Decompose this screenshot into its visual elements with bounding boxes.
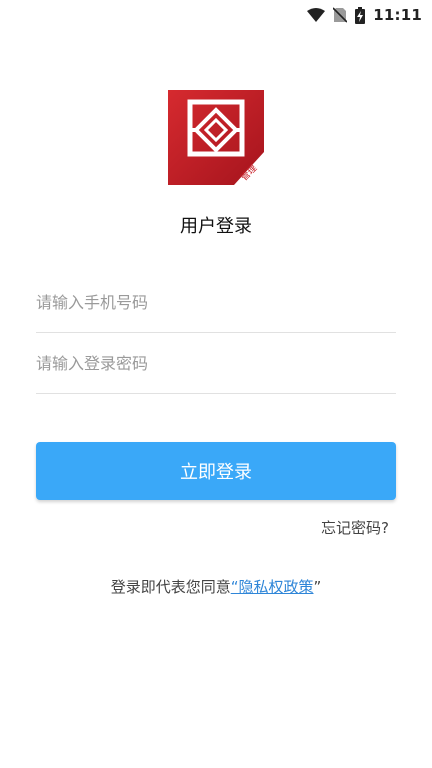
status-bar: 11:11 [0, 0, 432, 30]
agreement-prefix: 登录即代表您同意 [110, 578, 231, 596]
open-quote: “ [230, 578, 239, 596]
phone-input[interactable] [36, 272, 396, 332]
privacy-policy-label: 隐私权政策 [238, 578, 314, 596]
no-sim-icon [333, 7, 348, 23]
battery-charging-icon [355, 6, 366, 24]
login-button[interactable]: 立即登录 [36, 442, 396, 500]
forgot-password-link[interactable]: 忘记密码? [321, 517, 389, 538]
agreement-text: 登录即代表您同意“隐私权政策” [0, 576, 432, 597]
page-title: 用户登录 [180, 216, 252, 237]
wifi-icon [307, 8, 326, 22]
password-input[interactable] [36, 333, 396, 393]
status-time: 11:11 [373, 6, 422, 24]
close-quote: ” [313, 578, 322, 596]
phone-field [36, 272, 396, 333]
password-field [36, 333, 396, 394]
privacy-policy-link[interactable]: “隐私权政策 [231, 578, 314, 596]
app-logo-icon: 管理 [168, 90, 264, 185]
